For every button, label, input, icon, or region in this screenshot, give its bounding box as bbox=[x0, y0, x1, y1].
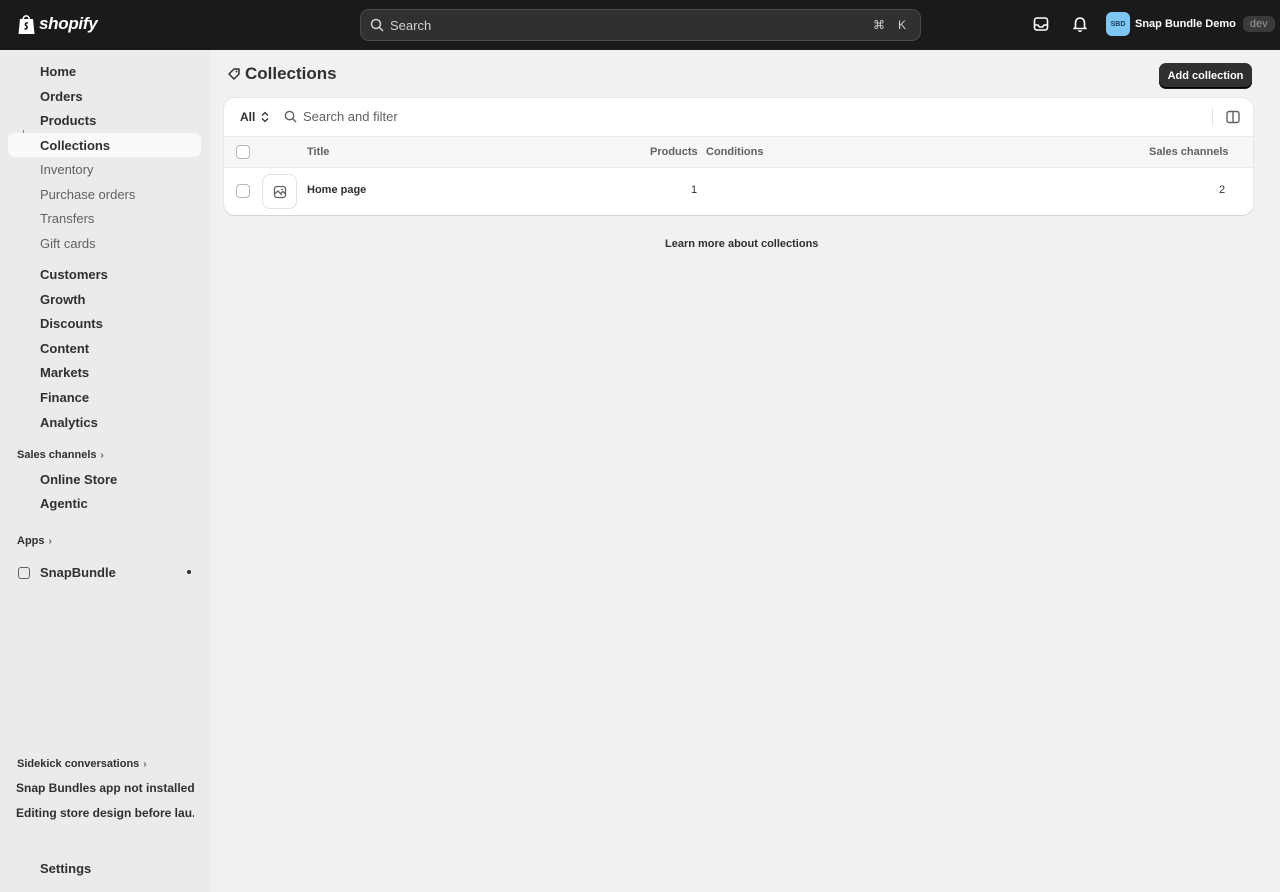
divider bbox=[1212, 108, 1213, 126]
sales-channels-header[interactable]: Sales channels › bbox=[17, 449, 104, 461]
apps-header[interactable]: Apps › bbox=[17, 535, 52, 547]
top-bar: shopify Search ⌘ K SBD Snap Bundle Demo … bbox=[0, 0, 1280, 50]
filter-bar: All Search and filter bbox=[224, 98, 1253, 136]
sidebar-item-label: Settings bbox=[40, 860, 92, 876]
row-checkbox[interactable] bbox=[236, 184, 250, 198]
sidebar-item-gift-cards[interactable]: Gift cards bbox=[8, 231, 201, 255]
section-label: Sidekick conversations bbox=[17, 758, 140, 770]
shopify-logo[interactable]: shopify bbox=[17, 13, 98, 35]
section-label: Sales channels bbox=[17, 449, 97, 461]
column-header-products[interactable]: Products bbox=[650, 146, 698, 158]
column-header-sales-channels[interactable]: Sales channels bbox=[1149, 146, 1229, 158]
sidebar-item-inventory[interactable]: Inventory bbox=[8, 157, 201, 181]
search-filter-input[interactable]: Search and filter bbox=[284, 109, 398, 124]
shopify-bag-icon bbox=[18, 15, 35, 34]
learn-more-link[interactable]: Learn more about collections bbox=[665, 238, 818, 250]
collection-sales-channels-count: 2 bbox=[1219, 184, 1226, 196]
collections-icon bbox=[228, 68, 240, 80]
inbox-icon[interactable] bbox=[1032, 15, 1050, 33]
sidebar-item-growth[interactable]: Growth bbox=[8, 287, 201, 311]
columns-icon[interactable] bbox=[1226, 110, 1240, 124]
sidekick-conversation[interactable]: Snap Bundles app not installed bbox=[16, 781, 194, 795]
sidebar-item-label: Finance bbox=[40, 389, 90, 405]
tab-label: All bbox=[240, 110, 256, 124]
page-title: Collections bbox=[227, 64, 337, 84]
sidebar-item-transfers[interactable]: Transfers bbox=[8, 206, 201, 230]
collections-table-card: All Search and filter Title Products Con… bbox=[224, 98, 1253, 215]
search-placeholder: Search bbox=[390, 17, 432, 33]
sidebar-item-label: Content bbox=[40, 340, 90, 356]
store-switcher[interactable]: SBD Snap Bundle Demo dev bbox=[1106, 12, 1275, 36]
column-header-title[interactable]: Title bbox=[307, 146, 329, 158]
chevron-right-icon: › bbox=[100, 449, 104, 461]
sidebar-item-label: Online Store bbox=[40, 471, 118, 487]
sidebar-item-purchase-orders[interactable]: Purchase orders bbox=[8, 182, 201, 206]
sidebar-item-products[interactable]: Products bbox=[8, 108, 201, 132]
shortcut-cmd: ⌘ bbox=[872, 18, 885, 32]
sidebar-item-customers[interactable]: Customers bbox=[8, 262, 201, 286]
column-header-conditions[interactable]: Conditions bbox=[706, 146, 763, 158]
sidebar-item-label: Markets bbox=[40, 364, 90, 380]
tab-all[interactable]: All bbox=[240, 110, 269, 124]
sidekick-conversation[interactable]: Editing store design before lau... bbox=[16, 806, 194, 820]
page-title-text: Collections bbox=[245, 64, 337, 83]
bell-icon[interactable] bbox=[1071, 15, 1089, 33]
sidebar-item-label: SnapBundle bbox=[40, 564, 116, 580]
sidebar-item-snapbundle[interactable]: SnapBundle bbox=[8, 560, 201, 584]
shopify-wordmark: shopify bbox=[39, 14, 98, 33]
sidebar-item-label: Gift cards bbox=[40, 235, 96, 251]
sidebar-item-collections[interactable]: Collections bbox=[8, 133, 201, 157]
sidebar-item-online-store[interactable]: Online Store bbox=[8, 467, 201, 491]
store-name: Snap Bundle Demo bbox=[1135, 18, 1236, 30]
search-shortcut: ⌘ K bbox=[873, 18, 906, 32]
sidebar-item-content[interactable]: Content bbox=[8, 336, 201, 360]
sort-arrows-icon bbox=[261, 111, 269, 123]
collection-title-link[interactable]: Home page bbox=[307, 184, 366, 196]
sidebar-item-label: Home bbox=[40, 63, 77, 79]
chevron-right-icon: › bbox=[48, 535, 52, 547]
sidebar-item-label: Transfers bbox=[40, 210, 95, 226]
sidebar-item-agentic[interactable]: Agentic bbox=[8, 491, 201, 515]
sidebar-nav: Home Orders Products Collections Invento… bbox=[0, 50, 210, 892]
more-dot-icon[interactable] bbox=[187, 570, 191, 574]
sidebar-item-markets[interactable]: Markets bbox=[8, 360, 201, 384]
sidekick-header[interactable]: Sidekick conversations › bbox=[17, 758, 147, 770]
sidebar-item-home[interactable]: Home bbox=[8, 59, 201, 83]
sidebar-item-label: Analytics bbox=[40, 414, 98, 430]
sidebar-item-label: Collections bbox=[40, 137, 111, 153]
chevron-right-icon: › bbox=[143, 758, 147, 770]
store-avatar: SBD bbox=[1106, 12, 1130, 36]
sidebar-item-label: Orders bbox=[40, 88, 83, 104]
sidebar-item-label: Growth bbox=[40, 291, 86, 307]
sidebar-item-label: Purchase orders bbox=[40, 186, 136, 202]
sidebar-item-discounts[interactable]: Discounts bbox=[8, 311, 201, 335]
sidebar-item-label: Agentic bbox=[40, 495, 88, 511]
add-collection-button[interactable]: Add collection bbox=[1159, 63, 1252, 88]
sidebar-item-finance[interactable]: Finance bbox=[8, 385, 201, 409]
sidebar-item-analytics[interactable]: Analytics bbox=[8, 410, 201, 434]
sidebar-item-settings[interactable]: Settings bbox=[8, 856, 201, 880]
table-header: Title Products Conditions Sales channels bbox=[224, 136, 1253, 168]
image-placeholder-icon bbox=[273, 185, 286, 198]
search-filter-placeholder: Search and filter bbox=[303, 109, 398, 124]
env-badge: dev bbox=[1242, 16, 1275, 32]
shortcut-key: K bbox=[897, 18, 906, 32]
table-row[interactable]: Home page 1 2 bbox=[224, 168, 1253, 215]
sidebar-item-label: Discounts bbox=[40, 315, 103, 331]
collection-products-count: 1 bbox=[691, 184, 698, 196]
section-label: Apps bbox=[17, 535, 45, 547]
select-all-checkbox[interactable] bbox=[236, 145, 250, 159]
sidebar-item-orders[interactable]: Orders bbox=[8, 84, 201, 108]
sidebar-item-label: Products bbox=[40, 112, 97, 128]
search-icon bbox=[284, 110, 297, 123]
sidebar-item-label: Inventory bbox=[40, 161, 94, 177]
search-icon bbox=[370, 18, 384, 32]
collection-thumbnail bbox=[262, 174, 297, 209]
global-search-input[interactable]: Search ⌘ K bbox=[360, 9, 921, 41]
sidebar-item-label: Customers bbox=[40, 266, 108, 282]
